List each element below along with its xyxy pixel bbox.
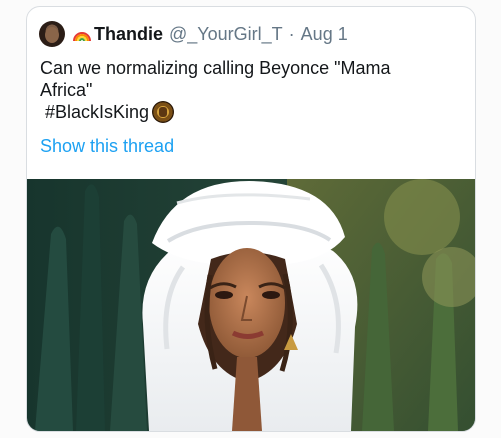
display-name[interactable]: Thandie bbox=[94, 24, 163, 45]
tweet-text-line-2: Africa" bbox=[40, 80, 93, 100]
photo-illustration bbox=[27, 179, 475, 431]
tweet-header: Thandie @_YourGirl_T · Aug 1 bbox=[39, 21, 348, 47]
user-handle[interactable]: @_YourGirl_T bbox=[169, 24, 283, 45]
show-thread-link[interactable]: Show this thread bbox=[40, 136, 174, 157]
separator-dot: · bbox=[288, 23, 295, 44]
rainbow-icon bbox=[73, 25, 91, 43]
tweet-text-line-1: Can we normalizing calling Beyonce "Mama bbox=[40, 58, 391, 78]
hashtag-line: #BlackIsKing bbox=[45, 101, 460, 123]
avatar[interactable] bbox=[39, 21, 65, 47]
tweet-date[interactable]: Aug 1 bbox=[301, 24, 348, 45]
tweet-card[interactable]: Thandie @_YourGirl_T · Aug 1 Can we norm… bbox=[26, 6, 476, 432]
page: Thandie @_YourGirl_T · Aug 1 Can we norm… bbox=[0, 0, 501, 438]
tweet-photo[interactable] bbox=[27, 179, 475, 431]
tweet-text: Can we normalizing calling Beyonce "Mama… bbox=[40, 57, 460, 123]
hashtag-link[interactable]: #BlackIsKing bbox=[45, 101, 149, 123]
crest-icon bbox=[152, 101, 175, 123]
